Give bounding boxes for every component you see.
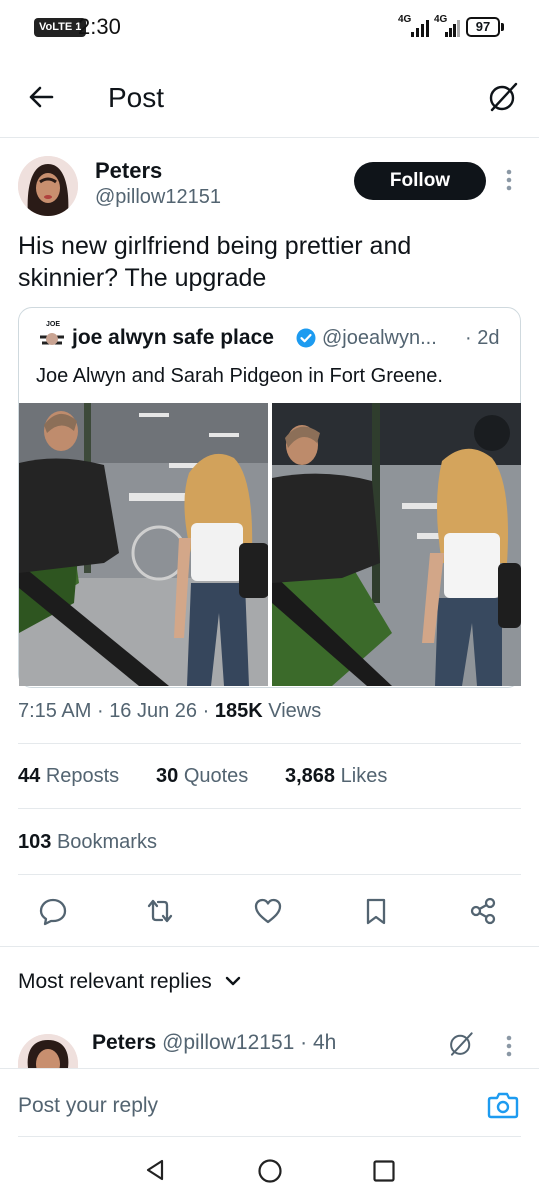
- author-name[interactable]: Peters: [95, 158, 162, 184]
- post-text: His new girlfriend being prettier and sk…: [18, 232, 412, 292]
- bookmarks-stat[interactable]: 103 Bookmarks: [18, 831, 157, 854]
- meta-separator: ·: [96, 700, 104, 722]
- quotes-count: 30: [156, 765, 179, 787]
- quoted-post-age: · 2d: [465, 327, 500, 349]
- views-count: 185K: [214, 700, 263, 722]
- reply-header: Peters @pillow12151 · 4h: [92, 1031, 336, 1055]
- likes-stat[interactable]: 3,868 Likes: [285, 765, 387, 788]
- page-title: Post: [108, 82, 165, 113]
- post-date: 16 Jun 26: [109, 700, 198, 722]
- reply-icon[interactable]: [38, 896, 68, 926]
- back-arrow-icon[interactable]: [26, 82, 56, 112]
- bookmark-icon[interactable]: [361, 896, 391, 926]
- meta-separator: ·: [202, 700, 210, 722]
- post-time: 7:15 AM: [18, 700, 92, 722]
- quoted-avatar[interactable]: JOE: [36, 321, 68, 355]
- status-bar: VoLTE 1 2:30 4G 4G 97: [0, 0, 539, 56]
- reply-avatar[interactable]: [18, 1034, 78, 1068]
- quoted-post-text: Joe Alwyn and Sarah Pidgeon in Fort Gree…: [36, 365, 443, 387]
- system-navigation-bar: [0, 1140, 539, 1200]
- quoted-photo-1[interactable]: [19, 403, 268, 686]
- quoted-author-handle[interactable]: @joealwyn...: [322, 327, 437, 350]
- likes-label: Likes: [340, 765, 388, 787]
- nav-back-icon[interactable]: [143, 1158, 167, 1182]
- stats-divider: [18, 808, 521, 809]
- meta-divider: [18, 743, 521, 744]
- quotes-stat[interactable]: 30 Quotes: [156, 765, 248, 788]
- bookmarks-label: Bookmarks: [56, 831, 157, 853]
- composer-divider-bottom: [18, 1136, 521, 1137]
- views-label: Views: [268, 700, 322, 722]
- reposts-count: 44: [18, 765, 41, 787]
- reply-author-name[interactable]: Peters: [92, 1031, 156, 1054]
- share-icon[interactable]: [468, 896, 498, 926]
- more-options-icon[interactable]: [505, 168, 513, 192]
- clock: 2:30: [78, 14, 121, 39]
- chevron-down-icon: [225, 976, 240, 986]
- more-options-icon[interactable]: [505, 1034, 513, 1058]
- reply-input[interactable]: Post your reply: [18, 1094, 158, 1118]
- grok-icon[interactable]: [486, 80, 520, 114]
- nav-recents-icon[interactable]: [372, 1159, 396, 1183]
- camera-icon[interactable]: [487, 1090, 519, 1120]
- author-handle[interactable]: @pillow12151: [95, 186, 221, 209]
- signal-icon-2: [445, 20, 460, 37]
- quoted-avatar-label: JOE: [46, 321, 61, 328]
- follow-button[interactable]: Follow: [354, 162, 486, 200]
- nav-home-icon[interactable]: [257, 1158, 283, 1184]
- actions-divider: [0, 946, 539, 947]
- signal-icon: [411, 20, 429, 37]
- grok-icon[interactable]: [447, 1030, 475, 1058]
- composer-divider-top: [0, 1068, 539, 1069]
- author-avatar[interactable]: [18, 156, 78, 216]
- bookmarks-divider: [18, 874, 521, 875]
- replies-sort-dropdown[interactable]: Most relevant replies: [18, 970, 242, 994]
- verified-badge-icon: [296, 328, 316, 348]
- battery-tip: [501, 23, 504, 31]
- likes-count: 3,868: [285, 765, 336, 787]
- reply-age: · 4h: [300, 1031, 337, 1054]
- reposts-stat[interactable]: 44 Reposts: [18, 765, 119, 788]
- reply-author-handle[interactable]: @pillow12151: [162, 1031, 294, 1054]
- post-meta: 7:15 AM · 16 Jun 26 · 185K Views: [18, 700, 321, 723]
- replies-sort-label: Most relevant replies: [18, 970, 212, 993]
- quoted-photo-2[interactable]: [272, 403, 521, 686]
- like-icon[interactable]: [253, 896, 283, 926]
- quotes-label: Quotes: [183, 765, 249, 787]
- header-divider: [0, 137, 539, 138]
- bookmarks-count: 103: [18, 831, 52, 853]
- reposts-label: Reposts: [45, 765, 120, 787]
- quoted-author-name[interactable]: joe alwyn safe place: [72, 326, 274, 350]
- battery-icon: 97: [466, 17, 500, 37]
- repost-icon[interactable]: [145, 896, 175, 926]
